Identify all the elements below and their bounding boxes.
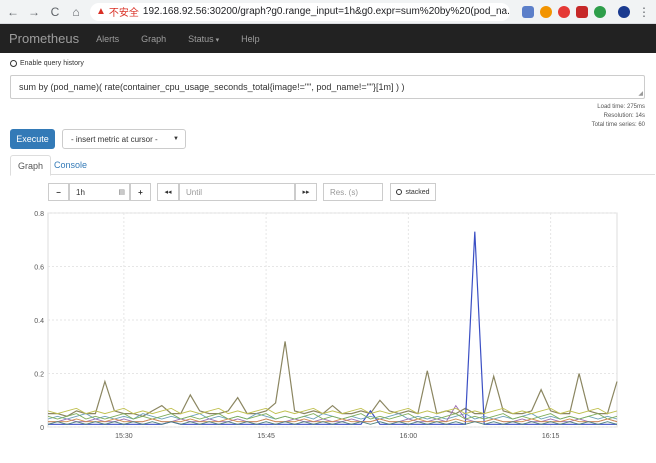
chevron-down-icon: ▼ (173, 136, 179, 142)
extension-icon[interactable] (558, 5, 570, 18)
nav-status[interactable]: Status ▾ (188, 34, 219, 44)
profile-avatar[interactable] (618, 5, 630, 18)
resolution-input[interactable]: Res. (s) (323, 183, 383, 201)
back-icon[interactable]: ← (5, 4, 21, 20)
y-tick-label: 0.2 (34, 372, 44, 379)
view-tabs: Graph Console (10, 155, 655, 176)
total-series: Total time series: 60 (591, 122, 645, 128)
tab-console[interactable]: Console (47, 155, 94, 176)
time-forward-button[interactable]: ▸▸ (295, 183, 317, 201)
extension-icon[interactable] (540, 5, 552, 18)
until-placeholder: Until (186, 187, 203, 197)
history-checkbox[interactable] (10, 60, 17, 67)
insecure-label: 不安全 (108, 8, 139, 19)
query-stats: Load time: 275ms Resolution: 14s Total t… (592, 103, 645, 130)
brand-logo[interactable]: Prometheus (9, 31, 79, 46)
range-picker-icon: ▤ (118, 189, 125, 196)
x-tick-label: 15:30 (115, 433, 133, 440)
browser-toolbar: ← → C ⌂ ▲ 不安全 192.168.92.56:30200/graph?… (0, 0, 656, 24)
forward-icon[interactable]: → (26, 4, 42, 20)
range-value: 1h (76, 187, 85, 197)
warning-icon: ▲ (96, 6, 106, 17)
range-decrease-button[interactable]: − (48, 183, 69, 201)
execute-button[interactable]: Execute (10, 129, 55, 149)
y-tick-label: 0.6 (34, 265, 44, 272)
y-tick-label: 0 (40, 425, 44, 432)
address-bar[interactable]: ▲ 不安全 192.168.92.56:30200/graph?g0.range… (90, 2, 510, 21)
until-input[interactable]: Until (179, 183, 295, 201)
insert-metric-select[interactable]: - insert metric at cursor - ▼ (62, 129, 186, 149)
stacked-label: stacked (405, 188, 430, 196)
resolution: Resolution: 14s (603, 113, 645, 119)
x-tick-label: 15:45 (257, 433, 275, 440)
nav-alerts[interactable]: Alerts (96, 34, 119, 44)
resize-handle-icon[interactable]: ◢ (638, 90, 643, 97)
nav-help[interactable]: Help (241, 34, 260, 44)
reload-icon[interactable]: C (47, 4, 63, 20)
resolution-placeholder: Res. (s) (330, 187, 358, 197)
stacked-checkbox[interactable] (396, 189, 403, 195)
time-back-button[interactable]: ◂◂ (157, 183, 179, 201)
nav-status-label: Status (188, 33, 214, 44)
graph-chart: 0 0.2 0.4 0.6 0.8 15:30 15:45 16:00 16:15 (0, 205, 656, 458)
extension-icon[interactable] (576, 5, 588, 18)
chart-svg: 0 0.2 0.4 0.6 0.8 15:30 15:45 16:00 16:15 (34, 211, 618, 440)
url-text: 192.168.92.56:30200/graph?g0.range_input… (142, 6, 510, 17)
expression-input[interactable]: sum by (pod_name)( rate(container_cpu_us… (10, 75, 645, 99)
range-increase-button[interactable]: + (130, 183, 151, 201)
home-icon[interactable]: ⌂ (68, 4, 84, 20)
tab-graph[interactable]: Graph (10, 155, 52, 176)
top-navbar: Prometheus Alerts Graph Status ▾ Help (0, 24, 656, 53)
x-tick-label: 16:00 (400, 433, 418, 440)
history-label: Enable query history (20, 60, 84, 67)
evernote-icon[interactable] (594, 5, 606, 18)
expression-text: sum by (pod_name)( rate(container_cpu_us… (19, 82, 405, 92)
y-tick-label: 0.4 (34, 318, 44, 325)
extension-icon[interactable] (522, 5, 534, 18)
x-tick-label: 16:15 (542, 433, 560, 440)
enable-query-history[interactable]: Enable query history (10, 60, 84, 67)
nav-graph[interactable]: Graph (141, 34, 166, 44)
menu-icon[interactable]: ⋮ (636, 4, 652, 20)
insert-metric-label: - insert metric at cursor - (71, 134, 158, 144)
load-time: Load time: 275ms (597, 104, 645, 110)
stacked-toggle[interactable]: stacked (390, 183, 436, 201)
chevron-down-icon: ▾ (215, 36, 220, 44)
y-tick-label: 0.8 (34, 211, 44, 218)
range-input[interactable]: 1h ▤ (69, 183, 130, 201)
